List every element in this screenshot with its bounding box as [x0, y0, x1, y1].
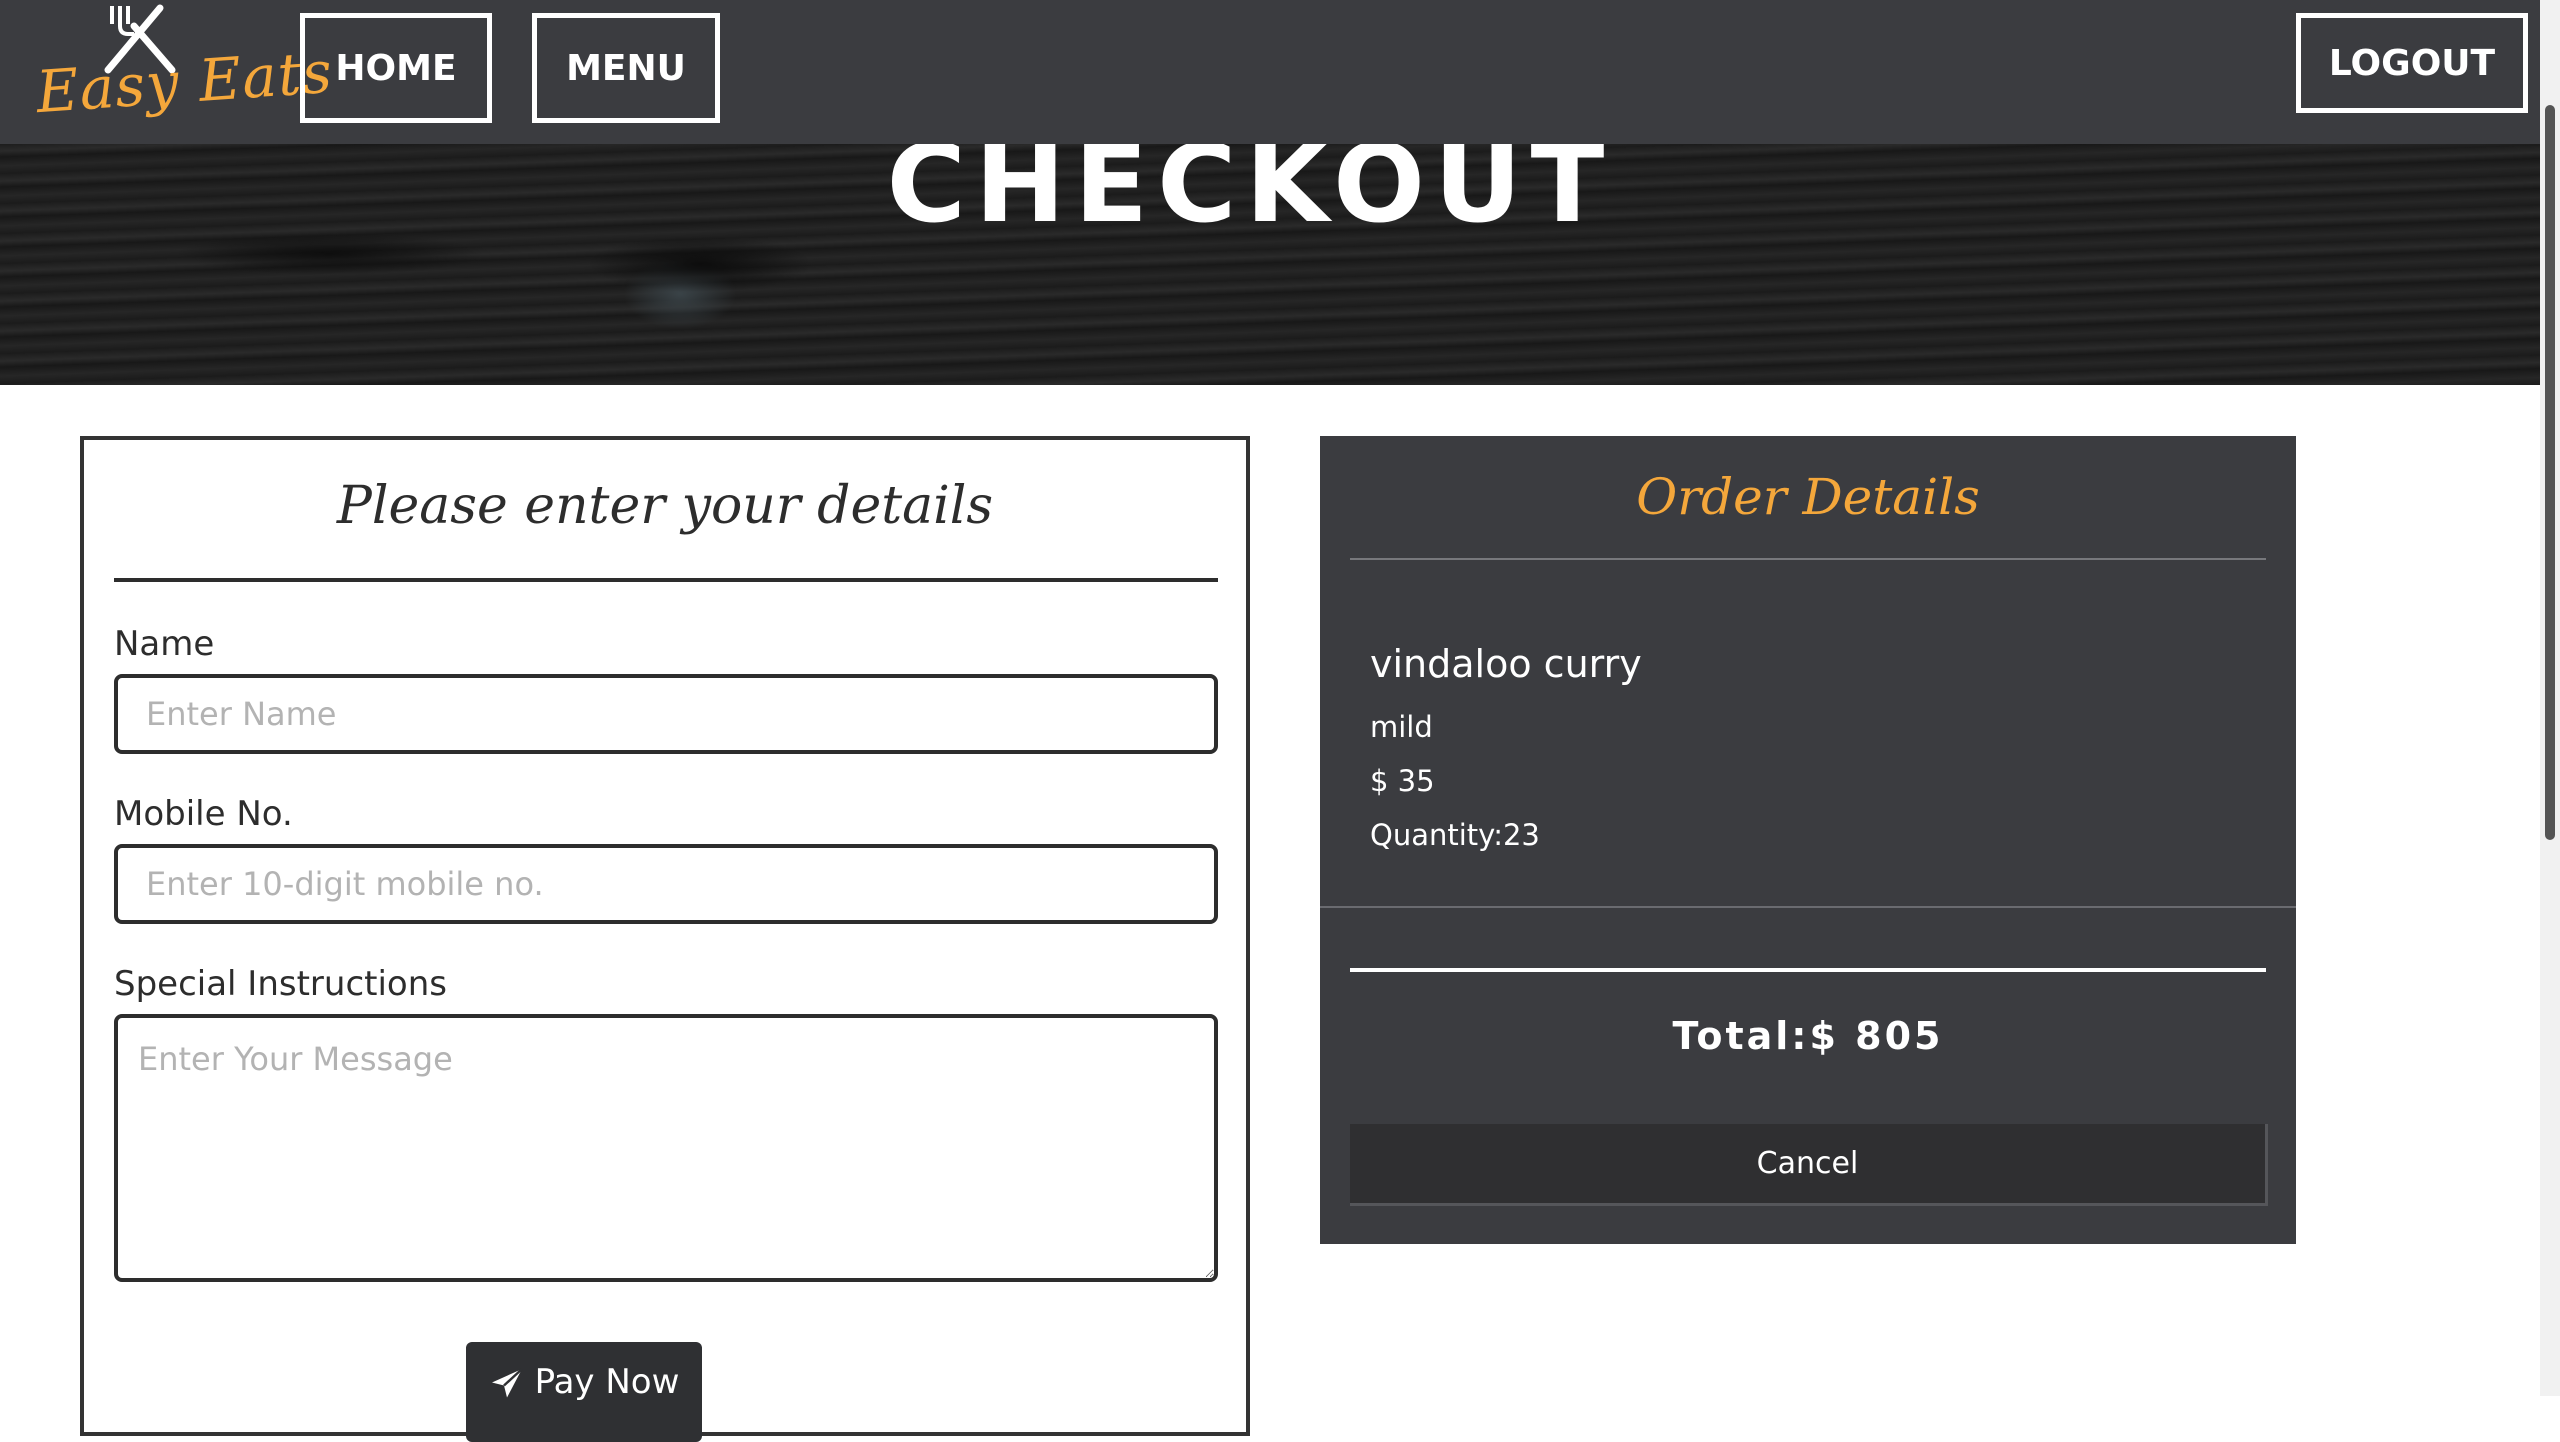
divider — [114, 578, 1218, 582]
order-item-name: vindaloo curry — [1370, 642, 1642, 686]
name-input[interactable] — [114, 674, 1218, 754]
order-total: Total:$ 805 — [1672, 1014, 1944, 1058]
divider — [1350, 558, 2266, 560]
easy-eats-logo[interactable]: Easy Eats — [30, 0, 335, 140]
order-item-price: $ 35 — [1370, 764, 1435, 798]
menu-nav-button[interactable]: MENU — [532, 13, 720, 123]
order-details-panel: Order Details vindaloo curry mild $ 35 Q… — [1320, 436, 2296, 1244]
home-nav-button[interactable]: HOME — [300, 13, 492, 123]
checkout-hero-banner: CHECKOUT — [0, 144, 2540, 385]
mobile-input[interactable] — [114, 844, 1218, 924]
special-instructions-textarea[interactable] — [114, 1014, 1218, 1282]
details-form-title: Please enter your details — [336, 476, 994, 536]
logo-text: Easy Eats — [33, 37, 335, 127]
divider — [1320, 906, 2296, 908]
page-title: CHECKOUT — [886, 144, 1614, 247]
name-label: Name — [114, 624, 215, 664]
instructions-label: Special Instructions — [114, 964, 447, 1004]
page-scrollbar[interactable] — [2540, 0, 2560, 1396]
order-item-spice: mild — [1370, 710, 1433, 744]
pay-now-button[interactable]: Pay Now — [466, 1342, 702, 1442]
top-navbar: Easy Eats HOME MENU LOGOUT — [0, 0, 2560, 144]
pay-now-label: Pay Now — [534, 1362, 680, 1402]
mobile-label: Mobile No. — [114, 794, 293, 834]
order-item-quantity: Quantity:23 — [1370, 818, 1540, 852]
scrollbar-thumb[interactable] — [2545, 105, 2555, 840]
logout-button[interactable]: LOGOUT — [2296, 13, 2528, 113]
total-divider — [1350, 968, 2266, 972]
paper-plane-icon — [491, 1368, 523, 1398]
customer-details-form: Please enter your details Name Mobile No… — [80, 436, 1250, 1442]
order-details-title: Order Details — [1636, 468, 1980, 526]
cancel-order-button[interactable]: Cancel — [1350, 1124, 2268, 1206]
